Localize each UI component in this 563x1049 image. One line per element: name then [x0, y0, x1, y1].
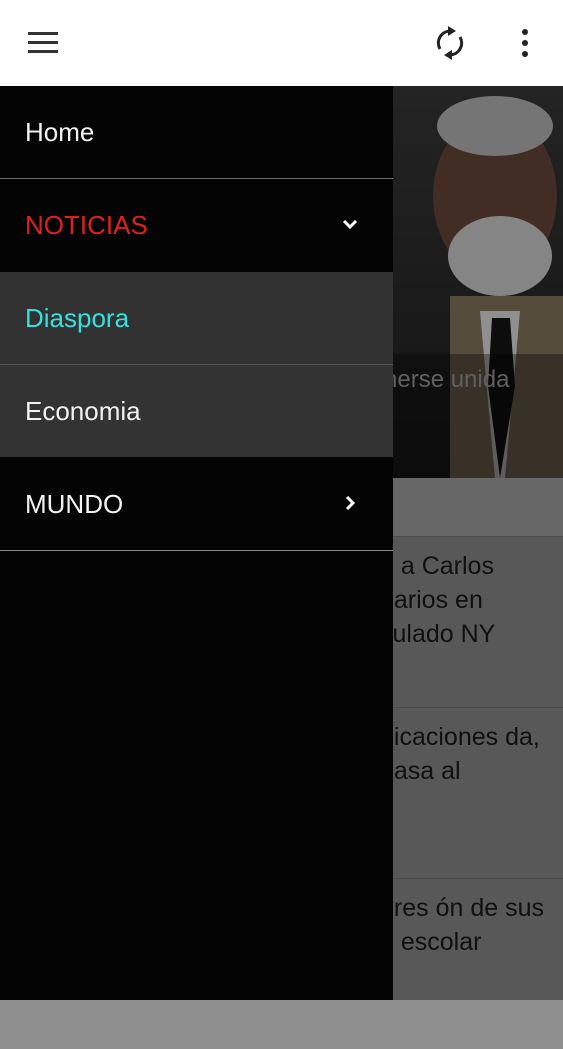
drawer-item-mundo[interactable]: MUNDO	[0, 458, 393, 550]
divider	[0, 550, 393, 551]
navigation-drawer: Home NOTICIAS Diaspora Economia MUNDO	[0, 86, 393, 1000]
drawer-item-label: Economia	[25, 395, 141, 426]
drawer-item-label: Diaspora	[25, 302, 130, 333]
drawer-item-home[interactable]: Home	[0, 86, 393, 178]
drawer-item-economia[interactable]: Economia	[0, 365, 393, 457]
chevron-right-icon[interactable]	[336, 490, 364, 518]
hamburger-icon[interactable]	[18, 18, 68, 68]
drawer-item-diaspora[interactable]: Diaspora	[0, 272, 393, 364]
drawer-item-label: MUNDO	[25, 488, 124, 519]
app-bar	[0, 0, 563, 86]
refresh-icon[interactable]	[425, 18, 475, 68]
drawer-item-label: Home	[25, 116, 95, 147]
chevron-down-icon[interactable]	[336, 211, 364, 239]
drawer-item-noticias[interactable]: NOTICIAS	[0, 179, 393, 271]
more-vertical-icon[interactable]	[500, 18, 550, 68]
drawer-item-label: NOTICIAS	[25, 209, 148, 240]
